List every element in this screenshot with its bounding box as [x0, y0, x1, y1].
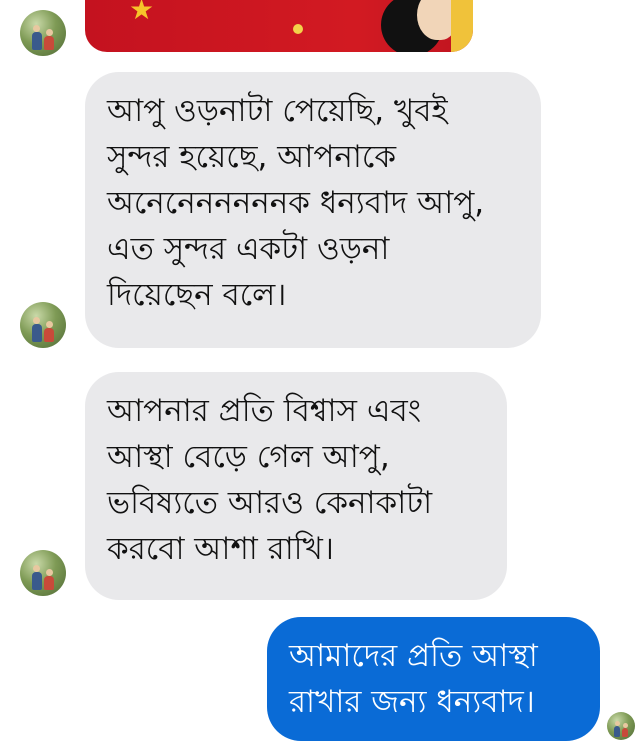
- incoming-message-bubble[interactable]: আপনার প্রতি বিশ্বাস এবং আস্থা বেড়ে গেল …: [85, 372, 507, 600]
- sender-avatar[interactable]: [20, 10, 66, 56]
- cartoon-bow-graphic: [451, 0, 473, 52]
- star-graphic: ★: [129, 0, 155, 26]
- sender-avatar[interactable]: [20, 550, 66, 596]
- incoming-message-bubble[interactable]: আপু ওড়নাটা পেয়েছি, খুবই সুন্দর হয়েছে,…: [85, 72, 541, 348]
- outgoing-message-bubble[interactable]: আমাদের প্রতি আস্থা রাখার জন্য ধন্যবাদ।: [267, 617, 600, 741]
- dot-graphic: [293, 24, 303, 34]
- read-receipt-avatar: [607, 712, 635, 740]
- image-attachment[interactable]: ★: [85, 0, 473, 52]
- sender-avatar[interactable]: [20, 302, 66, 348]
- message-thread[interactable]: ★ আপু ওড়নাটা পেয়েছি, খুবই সুন্দর হয়েছ…: [0, 0, 640, 750]
